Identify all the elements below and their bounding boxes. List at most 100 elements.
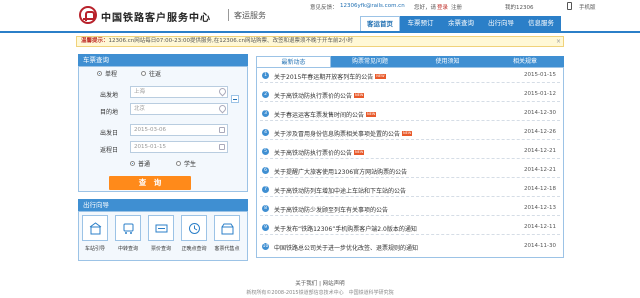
list-item[interactable]: 8 关于高铁动防少发顾至列车有关事项的公告 2014-12-13 [260,202,560,216]
station-guide-icon [82,215,108,241]
nav-travel-guide[interactable]: 出行向导 [481,16,521,31]
register-link[interactable]: 注册 [451,3,462,11]
news-title[interactable]: 关于高铁动防执行票价的公告 NEW [274,148,365,157]
calendar-icon [219,127,225,133]
return-value: 2015-01-15 [134,144,166,150]
news-title[interactable]: 关于提醒广大旅客使用12306官方网站购票的公告 [274,167,407,176]
fare-icon [148,215,174,241]
statement-link[interactable]: 网站声明 [323,281,345,287]
list-item[interactable]: 3 关于春运运客车票发售时间的公告 NEW 2014-12-30 [260,107,560,121]
list-item[interactable]: 9 关于发布“铁路12306”手机购票客户端2.0版本的通知 2014-12-1… [260,221,560,235]
news-title[interactable]: 关于高铁动防列车增加中途上车站和下车站的公告 [274,186,406,195]
from-input[interactable]: 上海 [130,86,228,98]
tab-faq[interactable]: 购票常见问题 [331,56,409,67]
news-number: 8 [262,205,269,212]
mobile-phone-icon [567,2,572,10]
clock-icon [181,215,207,241]
news-title[interactable]: 关于高铁动防执行票价的公告 NEW [274,91,365,100]
nav-info-service[interactable]: 信息服务 [521,16,561,31]
radio-icon [176,161,181,166]
title-divider [228,9,229,21]
trip-oneway-radio[interactable]: 单程 [97,71,117,79]
radio-icon [97,71,102,76]
news-date: 2014-12-11 [524,224,556,230]
news-title[interactable]: 关于涉及冒用身份信息购票相关事项处置的公告 NEW [274,129,413,138]
list-item[interactable]: 4 关于涉及冒用身份信息购票相关事项处置的公告 NEW 2014-12-26 [260,126,560,140]
news-title-text: 关于高铁动防执行票价的公告 [274,93,353,100]
return-label: 返程日 [100,147,119,154]
to-input[interactable]: 北京 [130,103,228,115]
new-badge: NEW [354,150,365,155]
news-date: 2015-01-15 [524,72,556,78]
from-label: 出发地 [100,92,119,99]
list-item[interactable]: 10 中国铁路总公司关于进一步优化改签、退票规则的通知 2014-11-30 [260,240,560,254]
feedback-email-link[interactable]: 12306yfk@rails.com.cn [340,3,405,9]
depart-date-input[interactable]: 2015-03-06 [130,124,228,136]
railway-logo-icon[interactable] [79,6,97,24]
nav-home[interactable]: 客运首页 [360,16,400,31]
new-badge: NEW [366,112,377,117]
news-number: 4 [262,129,269,136]
list-item[interactable]: 5 关于高铁动防执行票价的公告 NEW 2014-12-21 [260,145,560,159]
news-date: 2014-11-30 [524,243,556,249]
swap-stations-icon[interactable] [231,95,239,103]
guide-station[interactable]: 车站引导 [79,215,111,259]
news-title[interactable]: 关于2015年春运期开放客列车的公告 NEW [274,72,386,81]
tab-latest-news[interactable]: 最新动态 [256,56,331,67]
list-item[interactable]: 2 关于高铁动防执行票价的公告 NEW 2015-01-12 [260,88,560,102]
list-item[interactable]: 7 关于高铁动防列车增加中途上车站和下车站的公告 2014-12-18 [260,183,560,197]
new-badge: NEW [354,93,365,98]
footer-links: 关于我们 | 网站声明 [0,279,640,287]
mobile-link[interactable]: 手机版 [579,3,596,11]
news-date: 2014-12-26 [524,129,556,135]
welcome-text: 您好，请 [414,5,437,11]
radio-icon [141,71,146,76]
news-number: 5 [262,148,269,155]
ticket-search-header: 车票查询 [78,54,248,66]
depart-label: 出发日 [100,130,119,137]
news-date: 2015-01-12 [524,91,556,97]
guide-transfer[interactable]: 中转查询 [112,215,144,259]
return-date-input[interactable]: 2015-01-15 [130,141,228,153]
list-item[interactable]: 1 关于2015年春运期开放客列车的公告 NEW 2015-01-15 [260,69,560,83]
news-title-text: 关于涉及冒用身份信息购票相关事项处置的公告 [274,131,401,138]
type-normal-label: 普通 [138,161,151,168]
news-title-text: 关于高铁动防执行票价的公告 [274,150,353,157]
guide-delay-label: 正晚点查询 [181,246,207,252]
type-normal-radio[interactable]: 普通 [130,161,150,169]
site-title: 中国铁路客户服务中心 [101,13,211,24]
news-title[interactable]: 关于高铁动防少发顾至列车有关事项的公告 [274,205,388,214]
news-title[interactable]: 关于春运运客车票发售时间的公告 NEW [274,110,377,119]
news-number: 6 [262,167,269,174]
guide-fare-label: 票价查询 [150,246,171,252]
tab-usage-notes[interactable]: 使用须知 [409,56,486,67]
news-title[interactable]: 中国铁路总公司关于进一步优化改签、退票规则的通知 [274,243,418,252]
about-link[interactable]: 关于我们 [295,281,317,287]
trip-oneway-label: 单程 [105,71,118,78]
notice-label: 温馨提示： [81,38,109,44]
to-label: 目的地 [100,109,119,116]
news-title[interactable]: 关于发布“铁路12306”手机购票客户端2.0版本的通知 [274,224,417,233]
guide-delay[interactable]: 正晚点查询 [178,215,210,259]
close-icon[interactable]: × [556,37,561,46]
trip-round-radio[interactable]: 往返 [141,71,161,79]
news-date: 2014-12-30 [524,110,556,116]
search-button[interactable]: 查 询 [109,176,191,190]
feedback-label: 意见反馈： [310,5,338,11]
nav-remaining-tickets[interactable]: 余票查询 [441,16,481,31]
type-student-radio[interactable]: 学生 [176,161,196,169]
copyright: 新权所有©2008-2015铁道部信息技术中心 中国铁道科学研究院 [246,290,394,296]
nav-underline [0,31,640,33]
list-item[interactable]: 6 关于提醒广大旅客使用12306官方网站购票的公告 2014-12-21 [260,164,560,178]
travel-guide-items: 车站引导 中转查询 票价查询 正晚点查询 客票代售点 [78,215,248,260]
guide-agency[interactable]: 客票代售点 [211,215,243,259]
news-tabs: 最新动态 购票常见问题 使用须知 相关规章 [256,56,564,67]
to-value: 北京 [134,106,146,112]
news-number: 3 [262,110,269,117]
login-link[interactable]: 登录 [437,3,448,11]
news-number: 9 [262,224,269,231]
nav-ticket-booking[interactable]: 车票预订 [400,16,441,31]
my12306-link[interactable]: 我的12306 [505,3,534,11]
tab-regulations[interactable]: 相关规章 [486,56,564,67]
guide-fare[interactable]: 票价查询 [145,215,177,259]
